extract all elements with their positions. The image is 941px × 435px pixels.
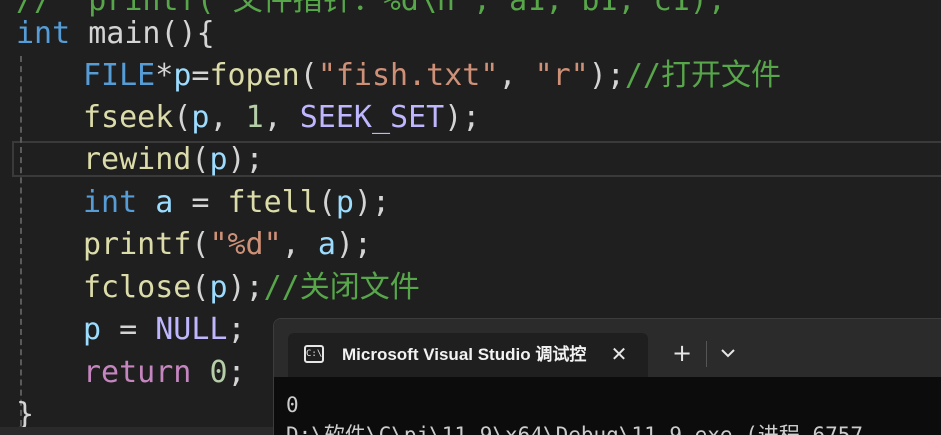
paren-open: ( bbox=[191, 142, 210, 177]
macro-null: NULL bbox=[155, 312, 228, 347]
code-line-return: return 0; bbox=[83, 352, 246, 394]
var-p: p bbox=[191, 100, 210, 135]
terminal-output[interactable]: 0 D:\软件\C\pj\11.9\x64\Debug\11.9.exe (进程… bbox=[274, 377, 941, 435]
number-1: 1 bbox=[245, 100, 264, 135]
paren-close: ); bbox=[227, 142, 264, 177]
chevron-down-icon[interactable] bbox=[714, 339, 742, 367]
close-icon[interactable]: ✕ bbox=[606, 341, 632, 367]
string-format: "%d" bbox=[209, 227, 282, 262]
debug-console-window[interactable]: C:\ Microsoft Visual Studio 调试控 ✕ + 0 D:… bbox=[273, 318, 941, 435]
main-signature: main(){ bbox=[70, 16, 215, 51]
code-line-fclose: fclose(p);//关闭文件 bbox=[83, 267, 420, 309]
code-line-ftell: int a = ftell(p); bbox=[83, 182, 390, 224]
code-line-rewind: rewind(p); bbox=[83, 139, 264, 181]
status-bar-strip bbox=[0, 427, 273, 435]
terminal-tab[interactable]: C:\ Microsoft Visual Studio 调试控 ✕ bbox=[288, 333, 648, 377]
comma: , bbox=[281, 227, 318, 262]
comma: , bbox=[498, 58, 535, 93]
keyword-int: int bbox=[16, 16, 71, 51]
assign-op: = bbox=[191, 58, 210, 93]
comment-close-file: //关闭文件 bbox=[263, 270, 420, 305]
paren-close: ); bbox=[588, 58, 625, 93]
paren-close: ); bbox=[444, 100, 481, 135]
keyword-return: return bbox=[83, 355, 192, 390]
fn-printf: printf bbox=[83, 227, 192, 262]
new-tab-button[interactable]: + bbox=[668, 339, 696, 367]
type-file: FILE bbox=[83, 58, 156, 93]
fn-fseek: fseek bbox=[83, 100, 174, 135]
macro-seek-set: SEEK_SET bbox=[299, 100, 445, 135]
comment-open-file: //打开文件 bbox=[624, 58, 781, 93]
var-p: p bbox=[209, 142, 228, 177]
tab-separator bbox=[706, 341, 707, 367]
terminal-tab-bar: C:\ Microsoft Visual Studio 调试控 ✕ + bbox=[274, 319, 941, 377]
var-p: p bbox=[83, 312, 102, 347]
paren-open: ( bbox=[299, 58, 318, 93]
terminal-icon: C:\ bbox=[304, 345, 324, 363]
var-p: p bbox=[335, 185, 354, 220]
paren-close: ); bbox=[353, 185, 391, 220]
fn-ftell: ftell bbox=[227, 185, 318, 220]
code-line-fopen: FILE*p=fopen("fish.txt", "r");//打开文件 bbox=[83, 55, 781, 97]
pointer-star: * bbox=[155, 58, 174, 93]
string-mode: "r" bbox=[534, 58, 589, 93]
terminal-output-line-2: D:\软件\C\pj\11.9\x64\Debug\11.9.exe (进程 6… bbox=[286, 423, 864, 435]
assign-op: = bbox=[173, 185, 228, 220]
terminal-output-line-1: 0 bbox=[286, 393, 299, 417]
code-line-null: p = NULL; bbox=[83, 309, 246, 351]
semicolon: ; bbox=[227, 355, 246, 390]
paren-open: ( bbox=[191, 227, 210, 262]
indent-guide bbox=[20, 56, 22, 426]
comma: , bbox=[263, 100, 300, 135]
var-a: a bbox=[137, 185, 174, 220]
paren-close: ); bbox=[335, 227, 372, 262]
number-0: 0 bbox=[209, 355, 228, 390]
paren-close: ); bbox=[227, 270, 264, 305]
comma: , bbox=[209, 100, 246, 135]
terminal-tab-title: Microsoft Visual Studio 调试控 bbox=[342, 345, 587, 364]
code-line-fseek: fseek(p, 1, SEEK_SET); bbox=[83, 97, 480, 139]
fn-fclose: fclose bbox=[83, 270, 192, 305]
paren-open: ( bbox=[317, 185, 336, 220]
code-line-printf: printf("%d", a); bbox=[83, 224, 372, 266]
code-line-main: int main(){ bbox=[16, 13, 215, 55]
var-a: a bbox=[317, 227, 336, 262]
paren-open: ( bbox=[191, 270, 210, 305]
var-p: p bbox=[173, 58, 192, 93]
semicolon: ; bbox=[227, 312, 246, 347]
fn-fopen: fopen bbox=[209, 58, 300, 93]
assign-op: = bbox=[101, 312, 156, 347]
fn-rewind: rewind bbox=[83, 142, 192, 177]
paren-open: ( bbox=[173, 100, 192, 135]
keyword-int: int bbox=[83, 185, 138, 220]
var-p: p bbox=[209, 270, 228, 305]
string-filename: "fish.txt" bbox=[317, 58, 499, 93]
